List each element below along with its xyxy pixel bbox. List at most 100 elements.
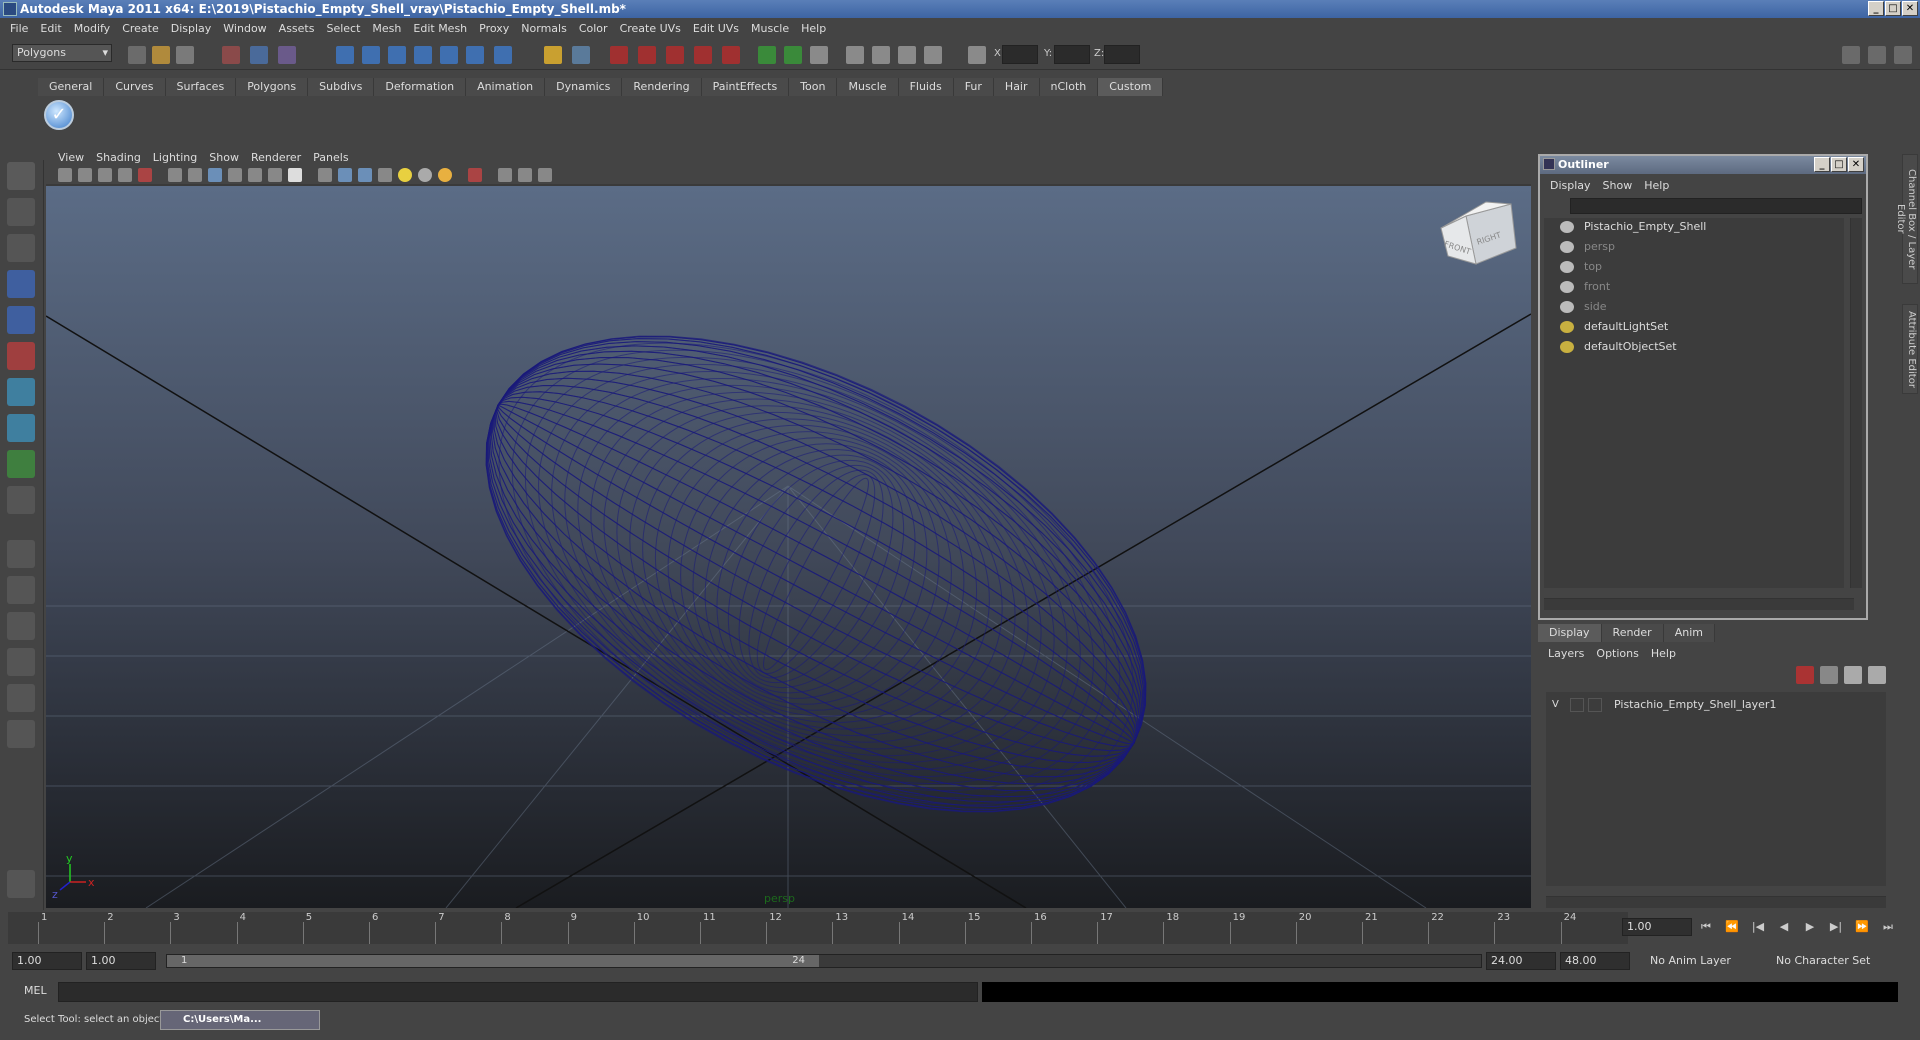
lasso-tool-icon[interactable] xyxy=(7,198,35,226)
transform-mode-icon[interactable] xyxy=(968,46,986,64)
film-gate-icon[interactable] xyxy=(138,168,152,182)
layout-graph-icon[interactable] xyxy=(7,648,35,676)
view-cube[interactable]: FRONT RIGHT xyxy=(1440,201,1517,265)
image-plane-icon[interactable] xyxy=(98,168,112,182)
help-question-icon[interactable] xyxy=(494,46,512,64)
menu-set-dropdown[interactable]: Polygons xyxy=(12,44,112,62)
outliner-item-defaultobjectset[interactable]: defaultObjectSet xyxy=(1560,338,1677,356)
render-settings-icon[interactable] xyxy=(666,46,684,64)
time-slider[interactable]: 1 2 3 4 5 6 7 8 9 10 11 12 13 14 15 16 17 18 19 20 21 22 23 24 xyxy=(8,912,1628,944)
close-button[interactable]: ✕ xyxy=(1902,1,1918,16)
menu-proxy[interactable]: Proxy xyxy=(473,22,515,35)
outliner-vertical-scrollbar[interactable] xyxy=(1850,218,1862,588)
animation-start-field[interactable]: 1.00 xyxy=(12,952,82,970)
make-live-icon[interactable] xyxy=(440,46,458,64)
vp-menu-shading[interactable]: Shading xyxy=(90,151,147,164)
range-slider-handle[interactable]: 1 24 xyxy=(167,955,819,967)
menu-create-uvs[interactable]: Create UVs xyxy=(614,22,687,35)
menu-window[interactable]: Window xyxy=(217,22,272,35)
share-icon[interactable] xyxy=(538,168,552,182)
snap-point-icon[interactable] xyxy=(388,46,406,64)
mel-label[interactable]: MEL xyxy=(24,984,47,997)
vp-menu-panels[interactable]: Panels xyxy=(307,151,354,164)
shelf-tab-general[interactable]: General xyxy=(38,78,105,96)
shelf-tab-ncloth[interactable]: nCloth xyxy=(1039,78,1099,96)
outliner-item-persp[interactable]: persp xyxy=(1560,238,1615,256)
step-back-key-button[interactable]: ⏪ xyxy=(1722,920,1742,936)
layer-visibility-toggle[interactable]: V xyxy=(1552,696,1559,714)
shadows-icon[interactable] xyxy=(438,168,452,182)
soft-mod-icon[interactable] xyxy=(7,414,35,442)
new-scene-icon[interactable] xyxy=(128,46,146,64)
shelf-tab-muscle[interactable]: Muscle xyxy=(837,78,899,96)
menu-create[interactable]: Create xyxy=(116,22,165,35)
outliner-maximize-button[interactable]: □ xyxy=(1831,157,1847,172)
layout-hypershade-icon[interactable] xyxy=(7,684,35,712)
snap-curve-icon[interactable] xyxy=(362,46,380,64)
layer-color-swatch[interactable] xyxy=(1588,698,1602,712)
vp-menu-renderer[interactable]: Renderer xyxy=(245,151,307,164)
menu-normals[interactable]: Normals xyxy=(515,22,573,35)
outliner-item-front[interactable]: front xyxy=(1560,278,1610,296)
layer-move-up-icon[interactable] xyxy=(1796,666,1814,684)
layer-horizontal-scrollbar[interactable] xyxy=(1546,896,1886,908)
maya-hand-icon[interactable] xyxy=(7,870,35,898)
camera-icon[interactable] xyxy=(872,46,890,64)
layer-playback-toggle[interactable] xyxy=(1570,698,1584,712)
text-icon[interactable] xyxy=(288,168,302,182)
field-chart-icon[interactable] xyxy=(228,168,242,182)
playback-start-field[interactable]: 1.00 xyxy=(86,952,156,970)
play-forwards-button[interactable]: ▶ xyxy=(1800,920,1820,936)
go-to-start-button[interactable]: ⏮ xyxy=(1696,920,1716,936)
open-scene-icon[interactable] xyxy=(152,46,170,64)
3d-viewport[interactable]: FRONT RIGHT y x z persp xyxy=(46,186,1531,908)
minimized-window-button[interactable]: C:\Users\Ma... xyxy=(160,1010,320,1030)
clipboard-icon[interactable] xyxy=(810,46,828,64)
menu-file[interactable]: File xyxy=(4,22,34,35)
layer-menu-options[interactable]: Options xyxy=(1590,647,1644,660)
outliner-menu-show[interactable]: Show xyxy=(1597,179,1639,192)
resolution-gate-icon[interactable] xyxy=(188,168,202,182)
step-forward-key-button[interactable]: ⏩ xyxy=(1852,920,1872,936)
outliner-minimize-button[interactable]: _ xyxy=(1814,157,1830,172)
absolute-icon[interactable] xyxy=(924,46,942,64)
animation-end-field[interactable]: 48.00 xyxy=(1560,952,1630,970)
snap-plane-icon[interactable] xyxy=(414,46,432,64)
layer-menu-help[interactable]: Help xyxy=(1645,647,1682,660)
scale-tool-icon[interactable] xyxy=(7,342,35,370)
paint-select-icon[interactable] xyxy=(7,234,35,262)
lock-icon[interactable] xyxy=(544,46,562,64)
shelf-tab-toon[interactable]: Toon xyxy=(789,78,838,96)
layout-single-icon[interactable] xyxy=(7,540,35,568)
anim-layer-dropdown[interactable]: No Anim Layer xyxy=(1644,952,1754,970)
hypershade-icon[interactable] xyxy=(694,46,712,64)
step-forward-frame-button[interactable]: ▶| xyxy=(1826,920,1846,936)
menu-muscle[interactable]: Muscle xyxy=(745,22,795,35)
menu-edit-uvs[interactable]: Edit UVs xyxy=(687,22,745,35)
shelf-tab-deformation[interactable]: Deformation xyxy=(374,78,467,96)
character-set-dropdown[interactable]: No Character Set xyxy=(1770,952,1894,970)
minimize-button[interactable]: _ xyxy=(1868,1,1884,16)
smooth-shade-icon[interactable] xyxy=(338,168,352,182)
grease-pencil-icon[interactable] xyxy=(118,168,132,182)
grid-toggle-icon[interactable] xyxy=(168,168,182,182)
checkmark-icon[interactable]: ✓ xyxy=(44,100,74,130)
outliner-menu-help[interactable]: Help xyxy=(1638,179,1675,192)
relative-icon[interactable] xyxy=(898,46,916,64)
range-slider[interactable]: 1 24 xyxy=(166,954,1482,968)
safe-title-icon[interactable] xyxy=(268,168,282,182)
shelf-tab-rendering[interactable]: Rendering xyxy=(622,78,702,96)
layout-outliner-icon[interactable] xyxy=(7,612,35,640)
menu-help[interactable]: Help xyxy=(795,22,832,35)
menu-select[interactable]: Select xyxy=(320,22,366,35)
menu-edit[interactable]: Edit xyxy=(34,22,67,35)
outliner-item-top[interactable]: top xyxy=(1560,258,1602,276)
snap-grid-icon[interactable] xyxy=(336,46,354,64)
history-icon[interactable] xyxy=(466,46,484,64)
y-field[interactable] xyxy=(1054,45,1090,64)
use-default-light-icon[interactable] xyxy=(398,168,412,182)
menu-edit-mesh[interactable]: Edit Mesh xyxy=(407,22,473,35)
shelf-tab-animation[interactable]: Animation xyxy=(466,78,546,96)
vp-menu-lighting[interactable]: Lighting xyxy=(147,151,203,164)
rotate-tool-icon[interactable] xyxy=(7,306,35,334)
